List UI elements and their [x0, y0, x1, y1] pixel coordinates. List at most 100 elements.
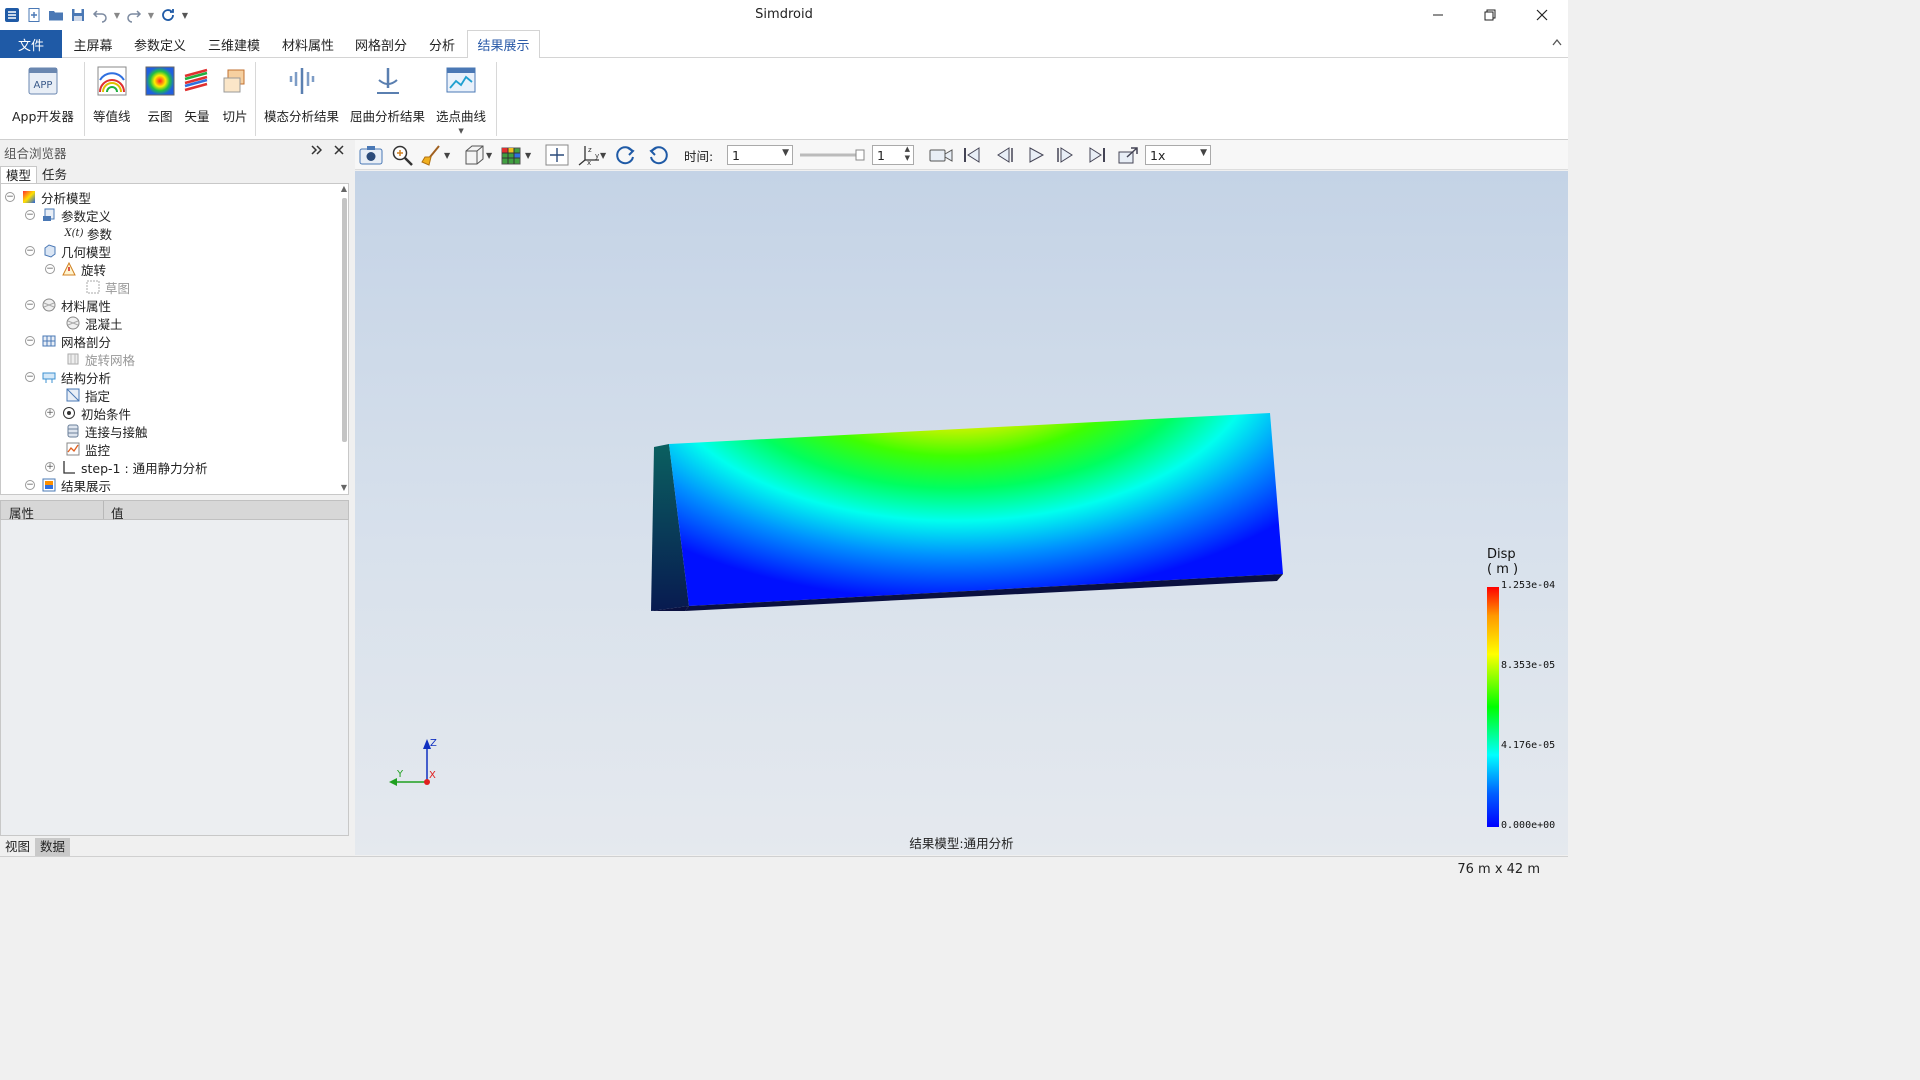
- close-icon[interactable]: [1516, 0, 1568, 30]
- collapse-icon[interactable]: −: [45, 264, 55, 274]
- chevron-down-icon[interactable]: ▼: [600, 143, 606, 167]
- tree-item-structural-analysis[interactable]: − 结构分析: [25, 368, 111, 386]
- tree-item-meshing[interactable]: − 网格剖分: [25, 332, 111, 350]
- tree-item-contact[interactable]: 连接与接触: [65, 422, 148, 440]
- playback-speed-select[interactable]: 1x ▼: [1145, 145, 1211, 165]
- restore-icon[interactable]: [1464, 0, 1516, 30]
- tree-item-revolve[interactable]: − 旋转: [45, 260, 106, 278]
- scroll-up-arrow-icon[interactable]: ▲: [341, 184, 347, 193]
- contour-button[interactable]: 等值线: [93, 64, 131, 125]
- chevron-down-icon[interactable]: ▼: [486, 143, 492, 167]
- collapse-icon[interactable]: −: [25, 210, 35, 220]
- coordinate-axes-icon[interactable]: zyx: [577, 143, 601, 167]
- ribbon-separator: [255, 62, 256, 136]
- frame-spinbox[interactable]: 1 ▲ ▼: [872, 145, 914, 165]
- revolve-warning-icon: [61, 261, 77, 277]
- tab-analysis[interactable]: 分析: [418, 30, 466, 58]
- tab-results[interactable]: 结果展示: [467, 30, 540, 59]
- screenshot-camera-icon[interactable]: [359, 143, 383, 167]
- collapse-ribbon-icon[interactable]: [1552, 36, 1562, 49]
- export-animation-icon[interactable]: [1117, 143, 1141, 167]
- pick-curve-button[interactable]: 选点曲线 ▼: [436, 64, 486, 135]
- tree-item-concrete[interactable]: 混凝土: [65, 314, 123, 332]
- last-frame-icon[interactable]: [1087, 143, 1107, 167]
- monitor-icon: [65, 441, 81, 457]
- tab-file[interactable]: 文件: [0, 30, 62, 58]
- tab-view[interactable]: 视图: [0, 838, 35, 856]
- app-developer-button[interactable]: APP App开发器: [12, 64, 74, 125]
- chevron-down-icon[interactable]: ▼: [444, 143, 450, 167]
- redo-icon[interactable]: [124, 4, 144, 26]
- tab-meshing[interactable]: 网格剖分: [346, 30, 416, 58]
- tree-label: 结果展示: [61, 478, 112, 494]
- tab-task[interactable]: 任务: [37, 166, 72, 183]
- undo-icon[interactable]: [90, 4, 110, 26]
- cloud-map-button[interactable]: 云图: [143, 64, 177, 125]
- next-frame-icon[interactable]: [1055, 143, 1077, 167]
- tab-material-properties[interactable]: 材料属性: [272, 30, 344, 58]
- record-video-icon[interactable]: [928, 143, 954, 167]
- column-divider[interactable]: [103, 501, 104, 519]
- tree-item-initial-conditions[interactable]: + 初始条件: [45, 404, 131, 422]
- chevron-down-icon[interactable]: ▼: [525, 143, 531, 167]
- clear-broom-icon[interactable]: [421, 143, 443, 167]
- slice-button[interactable]: 切片: [218, 64, 252, 125]
- tree-scrollbar[interactable]: [342, 198, 347, 442]
- view-cube-icon[interactable]: [463, 143, 485, 167]
- display-mode-icon[interactable]: [500, 143, 522, 167]
- 3d-viewport[interactable]: Z Y X Disp ( m ) 1.253e-04 8.353e-05 4.1…: [355, 171, 1568, 855]
- save-icon[interactable]: [68, 4, 88, 26]
- tab-data[interactable]: 数据: [35, 838, 71, 856]
- vector-button[interactable]: 矢量: [180, 64, 214, 125]
- play-icon[interactable]: [1026, 143, 1046, 167]
- tree-item-analysis-model[interactable]: − 分析模型: [5, 188, 91, 206]
- close-panel-icon[interactable]: [334, 144, 344, 158]
- tree-item-materials[interactable]: − 材料属性: [25, 296, 111, 314]
- open-folder-icon[interactable]: [46, 4, 66, 26]
- tree-item-geometry[interactable]: − 几何模型: [25, 242, 111, 260]
- expand-icon[interactable]: +: [45, 408, 55, 418]
- app-menu-icon[interactable]: [2, 4, 22, 26]
- axis-triad: Z Y X: [389, 738, 437, 786]
- collapse-icon[interactable]: −: [25, 246, 35, 256]
- rotate-left-icon[interactable]: [615, 143, 637, 167]
- tab-home[interactable]: 主屏幕: [64, 30, 122, 58]
- buckling-results-button[interactable]: 屈曲分析结果: [350, 64, 425, 125]
- customize-qat-icon[interactable]: ▼: [180, 4, 190, 26]
- rotate-right-icon[interactable]: [647, 143, 669, 167]
- new-file-icon[interactable]: [24, 4, 44, 26]
- expand-icon[interactable]: +: [45, 462, 55, 472]
- tree-item-results[interactable]: − 结果展示: [25, 476, 111, 494]
- redo-dropdown-icon[interactable]: ▼: [146, 4, 156, 26]
- collapse-icon[interactable]: −: [5, 192, 15, 202]
- move-axes-icon[interactable]: [545, 143, 569, 167]
- undo-dropdown-icon[interactable]: ▼: [112, 4, 122, 26]
- scroll-down-arrow-icon[interactable]: ▼: [341, 483, 347, 492]
- first-frame-icon[interactable]: [962, 143, 982, 167]
- tree-item-sketch[interactable]: 草图: [85, 278, 130, 296]
- zoom-fit-icon[interactable]: [391, 143, 415, 167]
- minimize-icon[interactable]: [1412, 0, 1464, 30]
- tree-item-step[interactable]: + step-1 : 通用静力分析: [45, 458, 208, 476]
- collapse-icon[interactable]: −: [25, 300, 35, 310]
- tab-model[interactable]: 模型: [0, 166, 38, 183]
- chevron-down-icon[interactable]: ▼: [458, 127, 463, 135]
- previous-frame-icon[interactable]: [993, 143, 1015, 167]
- modal-results-button[interactable]: 模态分析结果: [264, 64, 339, 125]
- cloud-map-icon: [143, 64, 177, 98]
- tree-item-monitor[interactable]: 监控: [65, 440, 110, 458]
- time-select[interactable]: 1 ▼: [727, 145, 793, 165]
- tree-item-params[interactable]: X(t) 参数: [65, 224, 112, 242]
- tab-parameter-definition[interactable]: 参数定义: [124, 30, 196, 58]
- refresh-icon[interactable]: [158, 4, 178, 26]
- tree-item-revolve-mesh[interactable]: 旋转网格: [65, 350, 135, 368]
- tree-item-assign[interactable]: 指定: [65, 386, 110, 404]
- tree-item-param-definition[interactable]: − 参数定义: [25, 206, 111, 224]
- time-slider[interactable]: [798, 143, 868, 167]
- collapse-icon[interactable]: −: [25, 372, 35, 382]
- tab-3d-modeling[interactable]: 三维建模: [198, 30, 270, 58]
- collapse-icon[interactable]: −: [25, 480, 35, 490]
- slice-icon: [218, 64, 252, 98]
- collapse-icon[interactable]: −: [25, 336, 35, 346]
- dock-arrow-icon[interactable]: [311, 144, 323, 158]
